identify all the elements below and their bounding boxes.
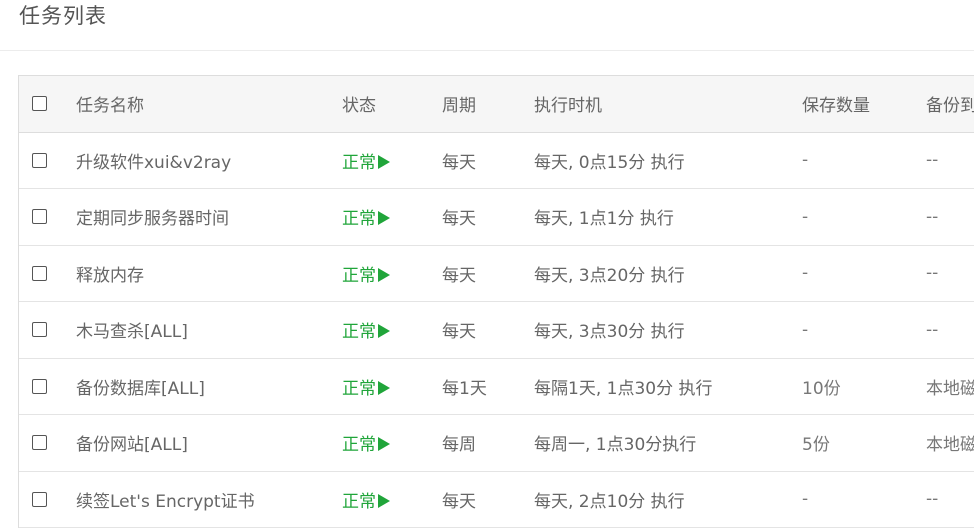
- task-time: 每周一, 1点30分执行: [534, 414, 802, 472]
- task-keep: -: [802, 245, 926, 302]
- row-select-cell: [19, 301, 76, 359]
- play-icon: [378, 380, 390, 395]
- task-status-toggle[interactable]: 正常: [342, 322, 390, 342]
- task-period: 每天: [442, 471, 534, 528]
- task-status-cell: 正常: [342, 301, 442, 359]
- play-icon: [378, 267, 390, 282]
- row-checkbox[interactable]: [32, 209, 47, 225]
- row-select-cell: [19, 188, 76, 246]
- task-backup: --: [926, 132, 974, 189]
- task-status-toggle[interactable]: 正常: [342, 435, 390, 455]
- header-status[interactable]: 状态: [342, 76, 442, 133]
- task-status-toggle[interactable]: 正常: [342, 379, 390, 399]
- row-checkbox[interactable]: [32, 265, 47, 281]
- table-row: 木马查杀[ALL] 正常 每天 每天, 3点30分 执行 - --: [19, 301, 974, 359]
- row-select-cell: [19, 358, 76, 415]
- table-row: 释放内存 正常 每天 每天, 3点20分 执行 - --: [19, 245, 974, 302]
- task-backup: --: [926, 188, 974, 246]
- task-status-toggle[interactable]: 正常: [342, 492, 390, 512]
- task-keep: -: [802, 188, 926, 246]
- task-keep: -: [802, 471, 926, 528]
- select-all-checkbox[interactable]: [32, 96, 47, 112]
- row-checkbox[interactable]: [32, 435, 47, 451]
- task-time: 每天, 0点15分 执行: [534, 132, 802, 189]
- task-name: 定期同步服务器时间: [76, 188, 342, 246]
- task-name: 备份数据库[ALL]: [76, 358, 342, 415]
- task-table: 任务名称 状态 周期 执行时机 保存数量 备份到 升级软件xui&v2ray 正常…: [19, 76, 974, 528]
- row-checkbox[interactable]: [32, 152, 47, 168]
- task-period: 每天: [442, 188, 534, 246]
- play-icon: [378, 437, 390, 452]
- play-icon: [378, 211, 390, 226]
- task-status-cell: 正常: [342, 188, 442, 246]
- header-keep[interactable]: 保存数量: [802, 76, 926, 133]
- header-name[interactable]: 任务名称: [76, 76, 342, 133]
- task-time: 每天, 2点10分 执行: [534, 471, 802, 528]
- task-table-body: 升级软件xui&v2ray 正常 每天 每天, 0点15分 执行 - -- 定期同步服务器时…: [19, 132, 974, 528]
- table-row: 备份数据库[ALL]正常 每1天每隔1天, 1点30分 执行10份本地磁盘: [19, 358, 974, 415]
- task-status-toggle[interactable]: 正常: [342, 209, 390, 229]
- table-row: 续签Let's Encrypt证书 正常 每天 每天, 2点10分 执行 - --: [19, 471, 974, 528]
- task-period: 每周: [442, 414, 534, 472]
- task-status-label: 正常: [342, 435, 376, 456]
- task-backup: --: [926, 245, 974, 302]
- row-checkbox[interactable]: [32, 491, 47, 507]
- task-backup: 本地磁盘: [926, 358, 974, 415]
- header-period[interactable]: 周期: [442, 76, 534, 133]
- task-table-container: 任务名称 状态 周期 执行时机 保存数量 备份到 升级软件xui&v2ray 正常…: [18, 75, 974, 528]
- task-backup: --: [926, 301, 974, 359]
- task-time: 每隔1天, 1点30分 执行: [534, 358, 802, 415]
- task-name: 升级软件xui&v2ray: [76, 132, 342, 189]
- task-status-toggle[interactable]: 正常: [342, 153, 390, 173]
- task-status-label: 正常: [342, 152, 376, 173]
- task-name: 备份网站[ALL]: [76, 414, 342, 472]
- task-period: 每天: [442, 301, 534, 359]
- table-row: 定期同步服务器时间 正常 每天 每天, 1点1分 执行 - --: [19, 188, 974, 246]
- header-time[interactable]: 执行时机: [534, 76, 802, 133]
- task-name: 释放内存: [76, 245, 342, 302]
- page-header: 任务列表: [0, 0, 974, 51]
- task-status-label: 正常: [342, 378, 376, 399]
- table-row: 升级软件xui&v2ray 正常 每天 每天, 0点15分 执行 - --: [19, 132, 974, 189]
- play-icon: [378, 154, 390, 169]
- task-keep: -: [802, 132, 926, 189]
- row-select-cell: [19, 132, 76, 189]
- play-icon: [378, 493, 390, 508]
- task-name: 续签Let's Encrypt证书: [76, 471, 342, 528]
- page-title: 任务列表: [19, 4, 107, 28]
- task-period: 每1天: [442, 358, 534, 415]
- row-select-cell: [19, 414, 76, 472]
- select-all-cell: [19, 76, 76, 133]
- task-time: 每天, 1点1分 执行: [534, 188, 802, 246]
- play-icon: [378, 324, 390, 339]
- task-status-toggle[interactable]: 正常: [342, 266, 390, 286]
- row-select-cell: [19, 245, 76, 302]
- task-period: 每天: [442, 132, 534, 189]
- task-status-label: 正常: [342, 265, 376, 286]
- task-status-label: 正常: [342, 209, 376, 230]
- task-status-cell: 正常: [342, 471, 442, 528]
- task-status-cell: 正常: [342, 414, 442, 472]
- task-period: 每天: [442, 245, 534, 302]
- row-checkbox[interactable]: [32, 378, 47, 394]
- task-name: 木马查杀[ALL]: [76, 301, 342, 359]
- row-select-cell: [19, 471, 76, 528]
- task-status-cell: 正常: [342, 132, 442, 189]
- task-status-cell: 正常: [342, 358, 442, 415]
- task-status-label: 正常: [342, 491, 376, 512]
- task-keep: 10份: [802, 358, 926, 415]
- table-header-row: 任务名称 状态 周期 执行时机 保存数量 备份到: [19, 76, 974, 133]
- task-time: 每天, 3点30分 执行: [534, 301, 802, 359]
- table-row: 备份网站[ALL]正常 每周每周一, 1点30分执行5份本地磁盘: [19, 414, 974, 472]
- task-keep: -: [802, 301, 926, 359]
- task-backup: 本地磁盘: [926, 414, 974, 472]
- task-status-cell: 正常: [342, 245, 442, 302]
- task-keep: 5份: [802, 414, 926, 472]
- task-status-label: 正常: [342, 322, 376, 343]
- header-backup[interactable]: 备份到: [926, 76, 974, 133]
- row-checkbox[interactable]: [32, 322, 47, 338]
- task-time: 每天, 3点20分 执行: [534, 245, 802, 302]
- task-backup: --: [926, 471, 974, 528]
